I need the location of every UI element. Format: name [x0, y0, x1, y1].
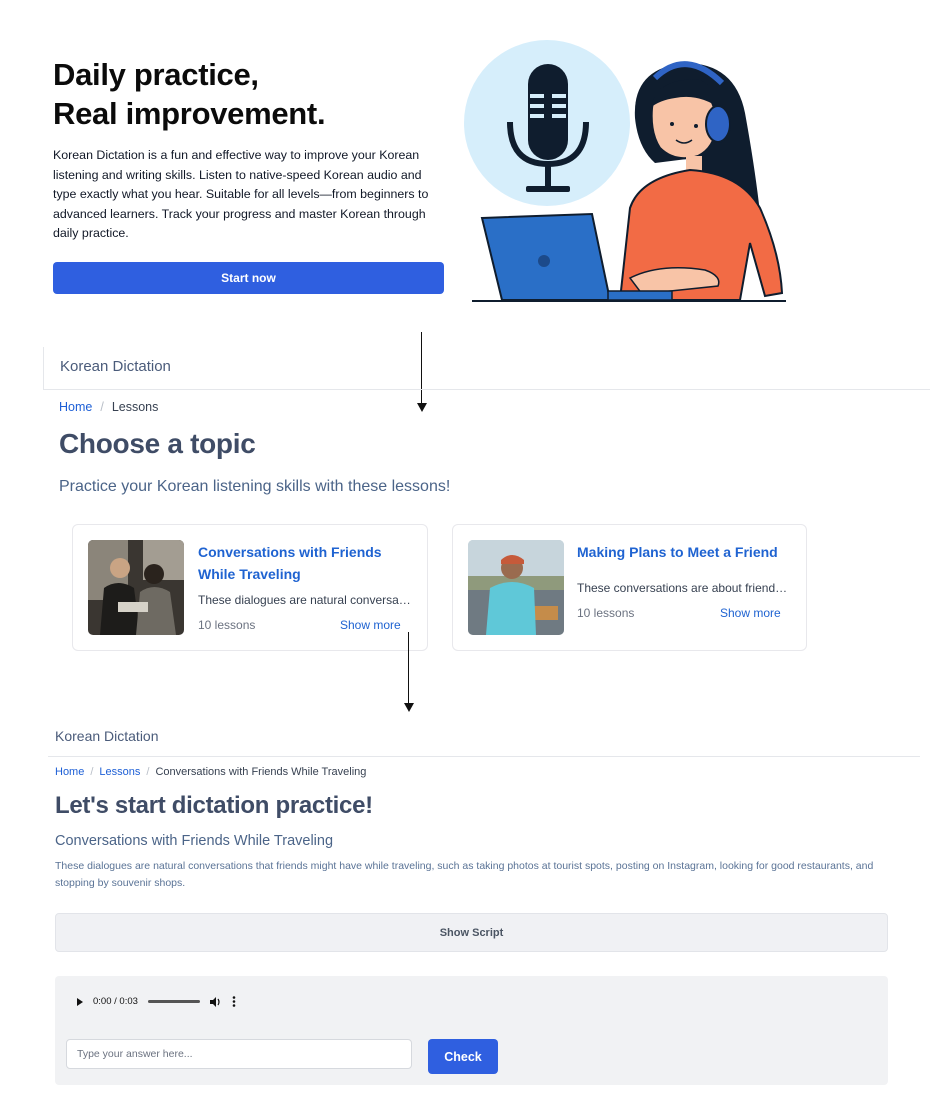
show-script-button[interactable]: Show Script: [55, 913, 888, 952]
audio-progress-bar[interactable]: [147, 1000, 200, 1003]
breadcrumb-separator: /: [146, 766, 150, 778]
audio-player[interactable]: 0:00 / 0:03: [77, 996, 236, 1007]
more-options-icon[interactable]: [232, 996, 236, 1007]
show-more-link[interactable]: Show more: [720, 606, 781, 620]
breadcrumb-separator: /: [90, 766, 94, 778]
breadcrumb-lessons[interactable]: Lessons: [99, 766, 140, 778]
answer-input[interactable]: [66, 1039, 412, 1069]
flow-arrow-line: [408, 632, 409, 704]
page-title: Let's start dictation practice!: [55, 792, 373, 819]
hero-description: Korean Dictation is a fun and effective …: [53, 148, 429, 240]
breadcrumb-home[interactable]: Home: [59, 400, 92, 414]
navbar: Korean Dictation: [43, 347, 930, 390]
topic-card-lesson-count: 10 lessons: [577, 606, 635, 620]
breadcrumb: Home / Lessons: [59, 400, 158, 414]
hero-title-line1: Daily practice,: [53, 57, 259, 92]
page-subtitle: Practice your Korean listening skills wi…: [59, 478, 451, 495]
brand-link[interactable]: Korean Dictation: [60, 358, 171, 375]
topic-card-lesson-count: 10 lessons: [198, 618, 256, 632]
breadcrumb-separator: /: [100, 400, 104, 414]
topic-description: These dialogues are natural conversation…: [55, 860, 874, 889]
page-title: Choose a topic: [59, 428, 256, 459]
breadcrumb-current: Lessons: [111, 400, 159, 414]
topic-thumbnail: [468, 540, 564, 635]
topic-card-description: These conversations are about friends ma…: [577, 581, 792, 595]
check-button[interactable]: Check: [428, 1039, 498, 1074]
topic-card[interactable]: Conversations with Friends While Traveli…: [72, 524, 428, 651]
brand-link[interactable]: Korean Dictation: [55, 728, 159, 744]
flow-arrow-head: [417, 403, 427, 412]
breadcrumb-home[interactable]: Home: [55, 766, 84, 778]
topic-card[interactable]: Making Plans to Meet a Friend These conv…: [452, 524, 807, 651]
hero-illustration: [464, 40, 786, 302]
topic-name: Conversations with Friends While Traveli…: [55, 833, 334, 849]
topic-card-title[interactable]: Making Plans to Meet a Friend: [577, 541, 792, 563]
person-illustration: [618, 61, 784, 301]
dictation-panel: 0:00 / 0:03 Check: [55, 976, 888, 1085]
hero-title: Daily practice, Real improvement.: [53, 55, 453, 133]
show-more-link[interactable]: Show more: [340, 618, 401, 632]
hero-title-line2: Real improvement.: [53, 96, 326, 131]
breadcrumb: Home / Lessons / Conversations with Frie…: [55, 766, 366, 778]
audio-time: 0:00 / 0:03: [93, 996, 138, 1007]
flow-arrow-head: [404, 703, 414, 712]
play-icon[interactable]: [77, 997, 83, 1006]
volume-icon[interactable]: [209, 996, 222, 1007]
topic-card-title[interactable]: Conversations with Friends While Traveli…: [198, 541, 413, 585]
topic-card-description: These dialogues are natural conversation…: [198, 593, 413, 607]
navbar-divider: [48, 756, 920, 757]
breadcrumb-current: Conversations with Friends While Traveli…: [155, 766, 367, 778]
start-now-button[interactable]: Start now: [53, 262, 444, 294]
topic-thumbnail: [88, 540, 184, 635]
